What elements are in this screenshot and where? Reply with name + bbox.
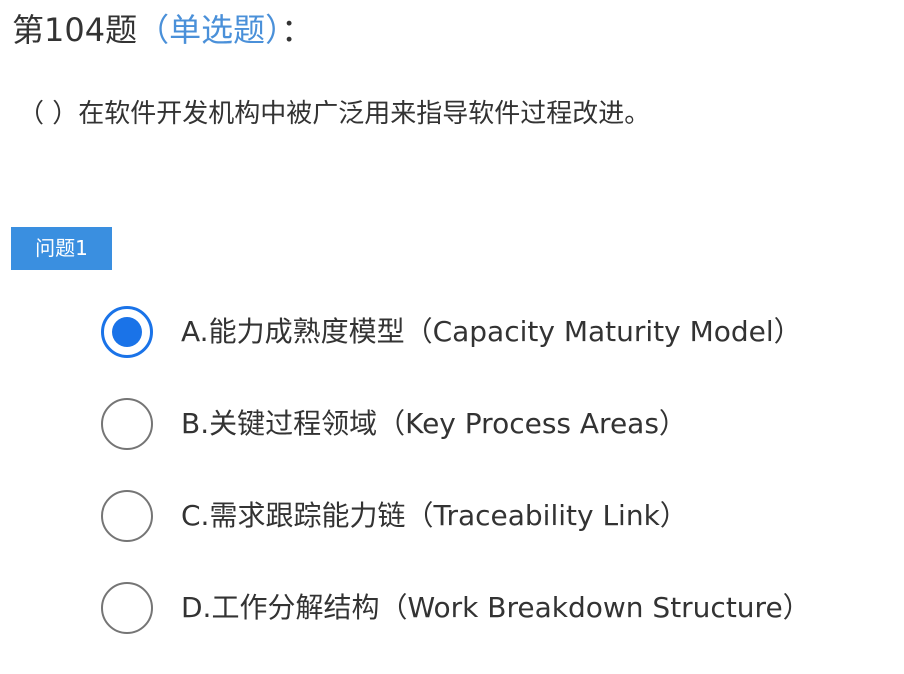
question-type: （单选题） xyxy=(137,11,282,49)
radio-unchecked-icon[interactable] xyxy=(101,490,153,542)
radio-checked-icon[interactable] xyxy=(101,306,153,358)
radio-dot-icon xyxy=(112,317,142,347)
option-c-label[interactable]: C.需求跟踪能力链（Traceability Link） xyxy=(181,494,688,538)
question-title: 第104题（单选题）： xyxy=(12,6,313,54)
option-b-label[interactable]: B.关键过程领域（Key Process Areas） xyxy=(181,402,687,446)
question-stem: （ ）在软件开发机构中被广泛用来指导软件过程改进。 xyxy=(18,99,651,129)
question-number: 第104题 xyxy=(12,11,138,49)
radio-unchecked-icon[interactable] xyxy=(101,582,153,634)
radio-unchecked-icon[interactable] xyxy=(101,398,153,450)
question-tab[interactable]: 问题1 xyxy=(11,227,112,270)
option-d-label[interactable]: D.工作分解结构（Work Breakdown Structure） xyxy=(181,586,811,630)
title-colon: ： xyxy=(281,11,314,49)
option-a-label[interactable]: A.能力成熟度模型（Capacity Maturity Model） xyxy=(181,310,802,354)
